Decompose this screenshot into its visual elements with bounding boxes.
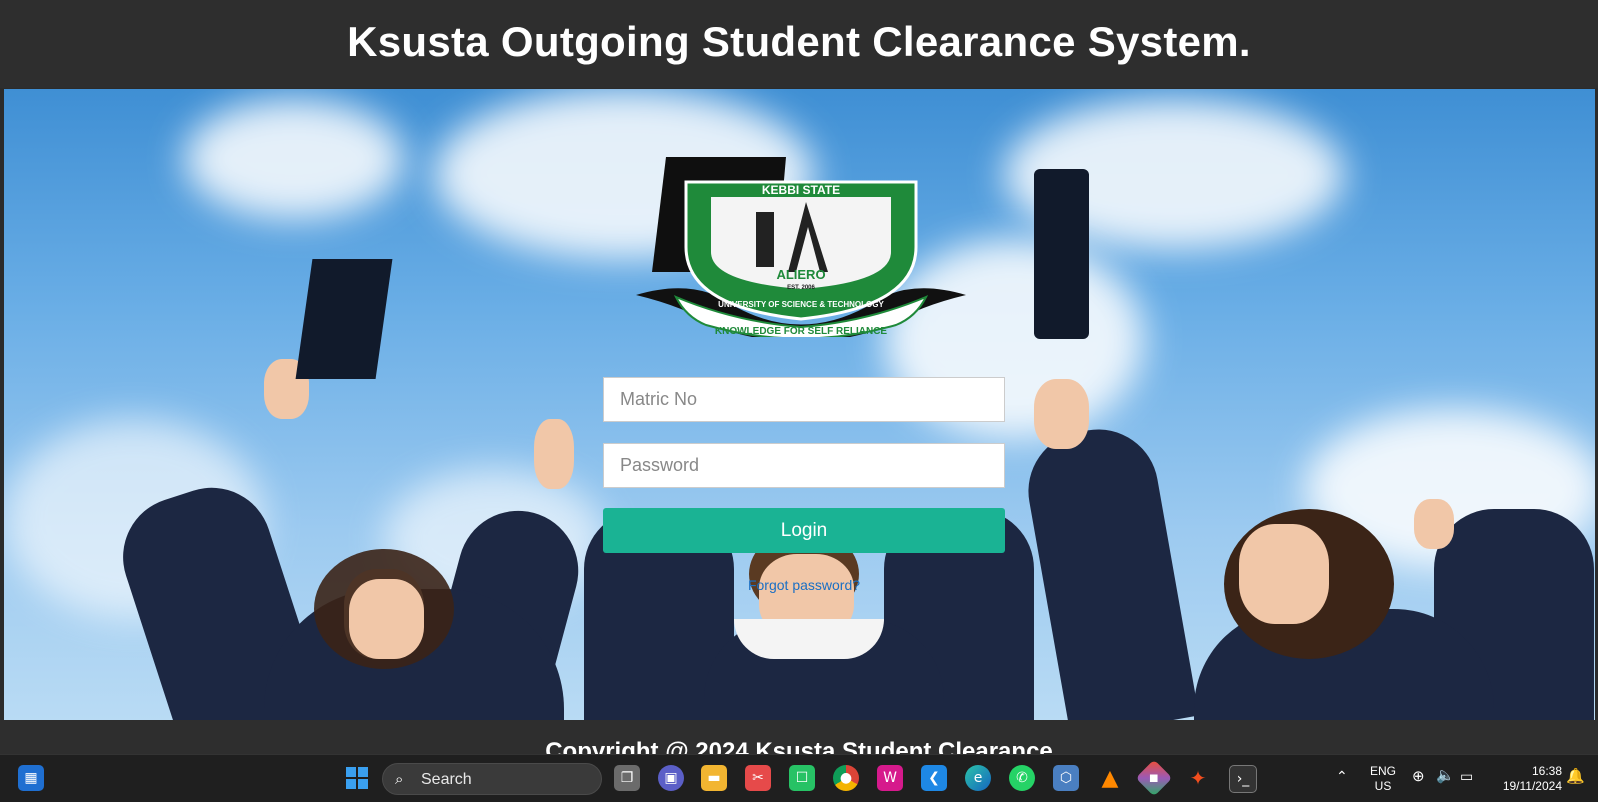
logo-top-text: KEBBI STATE bbox=[762, 183, 840, 197]
start-icon[interactable] bbox=[344, 765, 370, 791]
graduate-right bbox=[1018, 169, 1594, 720]
password-input[interactable] bbox=[603, 443, 1005, 488]
page-footer: Copyright @ 2024 Ksusta Student Clearanc… bbox=[0, 720, 1598, 754]
clock-date: 19/11/2024 bbox=[1502, 779, 1562, 793]
battery-icon[interactable]: ▭ bbox=[1460, 769, 1473, 784]
taskbar: ▦ ⌕ Search ❐ ▣ ▬ ✂ ☐ ● W ❮ e ✆ ⬡ ▲ ◆ ✦ ›… bbox=[0, 754, 1598, 802]
clock[interactable]: 16:38 19/11/2024 bbox=[1488, 764, 1562, 794]
page-header: Ksusta Outgoing Student Clearance System… bbox=[0, 0, 1598, 88]
snipping-tool-icon[interactable]: ✂ bbox=[745, 765, 771, 791]
chrome-icon[interactable]: ● bbox=[833, 765, 859, 791]
network-icon[interactable]: ⊕ bbox=[1412, 769, 1425, 784]
terminal-icon[interactable]: ›_ bbox=[1229, 765, 1257, 793]
logo-ring-text: UNIVERSITY OF SCIENCE & TECHNOLOGY bbox=[718, 300, 884, 309]
copyright-text: Copyright @ 2024 Ksusta Student Clearanc… bbox=[545, 738, 1053, 754]
git-icon[interactable]: ◆ bbox=[1135, 759, 1173, 797]
virtualbox-icon[interactable]: ⬡ bbox=[1053, 765, 1079, 791]
wampserver-icon[interactable]: W bbox=[877, 765, 903, 791]
whatsapp-icon[interactable]: ✆ bbox=[1009, 765, 1035, 791]
volume-icon[interactable]: 🔈 bbox=[1436, 768, 1455, 783]
login-button[interactable]: Login bbox=[603, 508, 1005, 553]
phone-link-icon[interactable]: ☐ bbox=[789, 765, 815, 791]
logo-est-text: EST. 2006 bbox=[787, 285, 815, 291]
login-form: Login Forgot password? bbox=[603, 377, 1005, 593]
widgets-icon[interactable]: ▦ bbox=[18, 765, 44, 791]
page-title: Ksusta Outgoing Student Clearance System… bbox=[347, 18, 1251, 65]
taskbar-search[interactable]: ⌕ Search bbox=[382, 763, 602, 795]
edge-icon[interactable]: e bbox=[965, 765, 991, 791]
search-icon: ⌕ bbox=[395, 770, 404, 788]
logo-city-text: ALIERO bbox=[776, 267, 825, 282]
figma-icon[interactable]: ✦ bbox=[1185, 765, 1211, 791]
notification-bell-icon[interactable]: 🔔 bbox=[1566, 769, 1585, 784]
graduate-left bbox=[107, 259, 614, 720]
teams-icon[interactable]: ▣ bbox=[658, 765, 684, 791]
vscode-icon[interactable]: ❮ bbox=[921, 765, 947, 791]
logo-motto: KNOWLEDGE FOR SELF RELIANCE bbox=[715, 326, 888, 337]
hero-background: KEBBI STATE ALIERO EST. 2006 UNIVERSITY … bbox=[4, 89, 1595, 720]
show-hidden-icons[interactable]: ⌃ bbox=[1336, 769, 1348, 784]
language-text: ENG bbox=[1369, 764, 1396, 778]
cloud bbox=[184, 99, 404, 219]
region-text: US bbox=[1374, 779, 1392, 793]
search-label: Search bbox=[421, 771, 472, 788]
language-indicator[interactable]: ENG US bbox=[1368, 764, 1398, 794]
university-logo: KEBBI STATE ALIERO EST. 2006 UNIVERSITY … bbox=[636, 157, 966, 337]
task-view-icon[interactable]: ❐ bbox=[614, 765, 640, 791]
vlc-icon[interactable]: ▲ bbox=[1097, 765, 1123, 791]
file-explorer-icon[interactable]: ▬ bbox=[701, 765, 727, 791]
forgot-password-link[interactable]: Forgot password? bbox=[603, 577, 1005, 593]
clock-time: 16:38 bbox=[1531, 764, 1562, 778]
matric-no-input[interactable] bbox=[603, 377, 1005, 422]
